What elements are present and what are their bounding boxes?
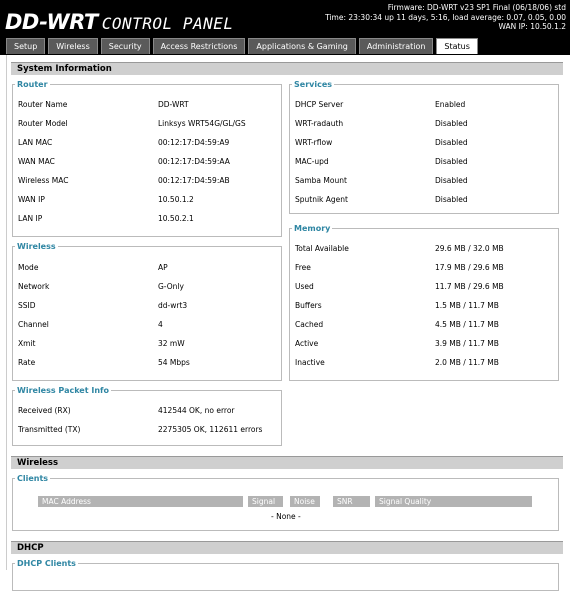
wireless-mac-label: Wireless MAC: [18, 176, 69, 185]
free-value: 17.9 MB / 29.6 MB: [435, 263, 504, 272]
wan-mac-label: WAN MAC: [18, 157, 55, 166]
tab-wireless[interactable]: Wireless: [48, 38, 98, 54]
wan-ip-label: WAN IP: [18, 195, 45, 204]
dhcp-server-value: Enabled: [435, 100, 466, 109]
transmitted-label: Transmitted (TX): [18, 425, 81, 434]
router-model-label: Router Model: [18, 119, 68, 128]
wrt-radauth-value: Disabled: [435, 119, 468, 128]
wan-mac-value: 00:12:17:D4:59:AA: [158, 157, 230, 166]
used-value: 11.7 MB / 29.6 MB: [435, 282, 504, 291]
col-mac-address: MAC Address: [38, 496, 243, 507]
channel-label: Channel: [18, 320, 49, 329]
received-label: Received (RX): [18, 406, 71, 415]
section-dhcp: DHCP: [11, 541, 563, 554]
inactive-value: 2.0 MB / 11.7 MB: [435, 358, 499, 367]
main-content: System Information Router Router Name DD…: [6, 55, 565, 591]
sputnik-agent-value: Disabled: [435, 195, 468, 204]
tab-bar: Setup Wireless Security Access Restricti…: [6, 38, 478, 55]
active-label: Active: [295, 339, 319, 348]
router-legend: Router: [17, 80, 48, 89]
router-model-value: Linksys WRT54G/GL/GS: [158, 119, 246, 128]
samba-mount-value: Disabled: [435, 176, 468, 185]
ssid-label: SSID: [18, 301, 36, 310]
memory-legend: Memory: [294, 224, 331, 233]
transmitted-value: 2275305 OK, 112611 errors: [158, 425, 263, 434]
clients-legend: Clients: [17, 474, 49, 483]
logo-main: DD-WRT: [5, 10, 98, 34]
firmware-text: Firmware: DD-WRT v23 SP1 Final (06/18/06…: [387, 3, 566, 12]
router-name-value: DD-WRT: [158, 100, 189, 109]
tab-security[interactable]: Security: [100, 38, 150, 54]
col-snr: SNR: [333, 496, 370, 507]
col-noise: Noise: [290, 496, 320, 507]
wan-ip-text: WAN IP: 10.50.1.2: [498, 22, 566, 31]
buffers-value: 1.5 MB / 11.7 MB: [435, 301, 499, 310]
header: DD-WRT CONTROL PANEL Firmware: DD-WRT v23…: [0, 0, 570, 55]
section-system-information: System Information: [11, 62, 563, 75]
wireless-mac-value: 00:12:17:D4:59:AB: [158, 176, 230, 185]
wrt-rflow-label: WRT-rflow: [295, 138, 333, 147]
dhcp-clients-panel: DHCP Clients: [12, 559, 559, 591]
lan-ip-value: 10.50.2.1: [158, 214, 194, 223]
rate-label: Rate: [18, 358, 36, 367]
section-wireless: Wireless: [11, 456, 563, 469]
inactive-label: Inactive: [295, 358, 325, 367]
wrt-radauth-label: WRT-radauth: [295, 119, 344, 128]
mode-value: AP: [158, 263, 168, 272]
xmit-label: Xmit: [18, 339, 36, 348]
col-signal-quality: Signal Quality: [375, 496, 532, 507]
wireless-info-panel: Wireless: [12, 242, 282, 381]
services-legend: Services: [294, 80, 333, 89]
tab-access-restrictions[interactable]: Access Restrictions: [152, 38, 246, 54]
network-value: G-Only: [158, 282, 184, 291]
lan-mac-value: 00:12:17:D4:59:A9: [158, 138, 230, 147]
cached-value: 4.5 MB / 11.7 MB: [435, 320, 499, 329]
xmit-value: 32 mW: [158, 339, 185, 348]
clients-empty-text: - None -: [271, 512, 301, 521]
uptime-text: Time: 23:30:34 up 11 days, 5:16, load av…: [325, 12, 566, 22]
buffers-label: Buffers: [295, 301, 322, 310]
received-value: 412544 OK, no error: [158, 406, 235, 415]
packet-info-legend: Wireless Packet Info: [17, 386, 109, 395]
total-available-value: 29.6 MB / 32.0 MB: [435, 244, 504, 253]
mac-upd-value: Disabled: [435, 157, 468, 166]
logo-sub: CONTROL PANEL: [101, 14, 234, 33]
dhcp-server-label: DHCP Server: [295, 100, 344, 109]
samba-mount-label: Samba Mount: [295, 176, 347, 185]
col-signal: Signal: [248, 496, 283, 507]
header-info: Firmware: DD-WRT v23 SP1 Final (06/18/06…: [325, 3, 566, 32]
wrt-rflow-value: Disabled: [435, 138, 468, 147]
lan-mac-label: LAN MAC: [18, 138, 53, 147]
ddwrt-logo: DD-WRT CONTROL PANEL: [5, 10, 233, 34]
free-label: Free: [295, 263, 311, 272]
packet-info-panel: Wireless Packet Info: [12, 386, 282, 446]
wan-ip-value: 10.50.1.2: [158, 195, 194, 204]
wireless-info-legend: Wireless: [17, 242, 56, 251]
tab-setup[interactable]: Setup: [6, 38, 46, 54]
mac-upd-label: MAC-upd: [295, 157, 329, 166]
network-label: Network: [18, 282, 50, 291]
router-name-label: Router Name: [18, 100, 68, 109]
total-available-label: Total Available: [295, 244, 349, 253]
tab-administration[interactable]: Administration: [358, 38, 434, 54]
ssid-value: dd-wrt3: [158, 301, 188, 310]
active-value: 3.9 MB / 11.7 MB: [435, 339, 499, 348]
mode-label: Mode: [18, 263, 39, 272]
channel-value: 4: [158, 320, 163, 329]
rate-value: 54 Mbps: [158, 358, 190, 367]
dhcp-clients-legend: DHCP Clients: [17, 559, 76, 568]
used-label: Used: [295, 282, 314, 291]
lan-ip-label: LAN IP: [18, 214, 43, 223]
tab-status[interactable]: Status: [436, 38, 478, 54]
tab-applications-gaming[interactable]: Applications & Gaming: [248, 38, 356, 54]
sputnik-agent-label: Sputnik Agent: [295, 195, 348, 204]
cached-label: Cached: [295, 320, 324, 329]
